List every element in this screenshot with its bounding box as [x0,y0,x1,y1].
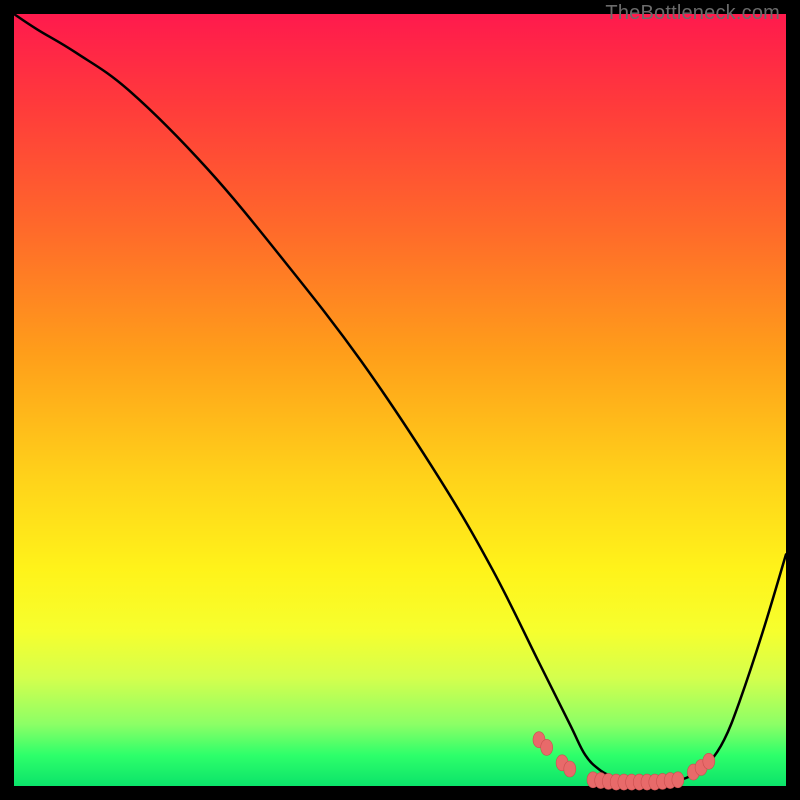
curve-marker-dot [703,753,715,769]
bottleneck-curve-path [14,14,786,782]
curve-marker-dot [564,761,576,777]
curve-marker-dot [541,739,553,755]
curve-markers-group [533,732,715,790]
chart-frame: TheBottleneck.com [14,14,786,786]
curve-marker-dot [672,772,684,788]
bottleneck-curve-svg [14,14,786,786]
